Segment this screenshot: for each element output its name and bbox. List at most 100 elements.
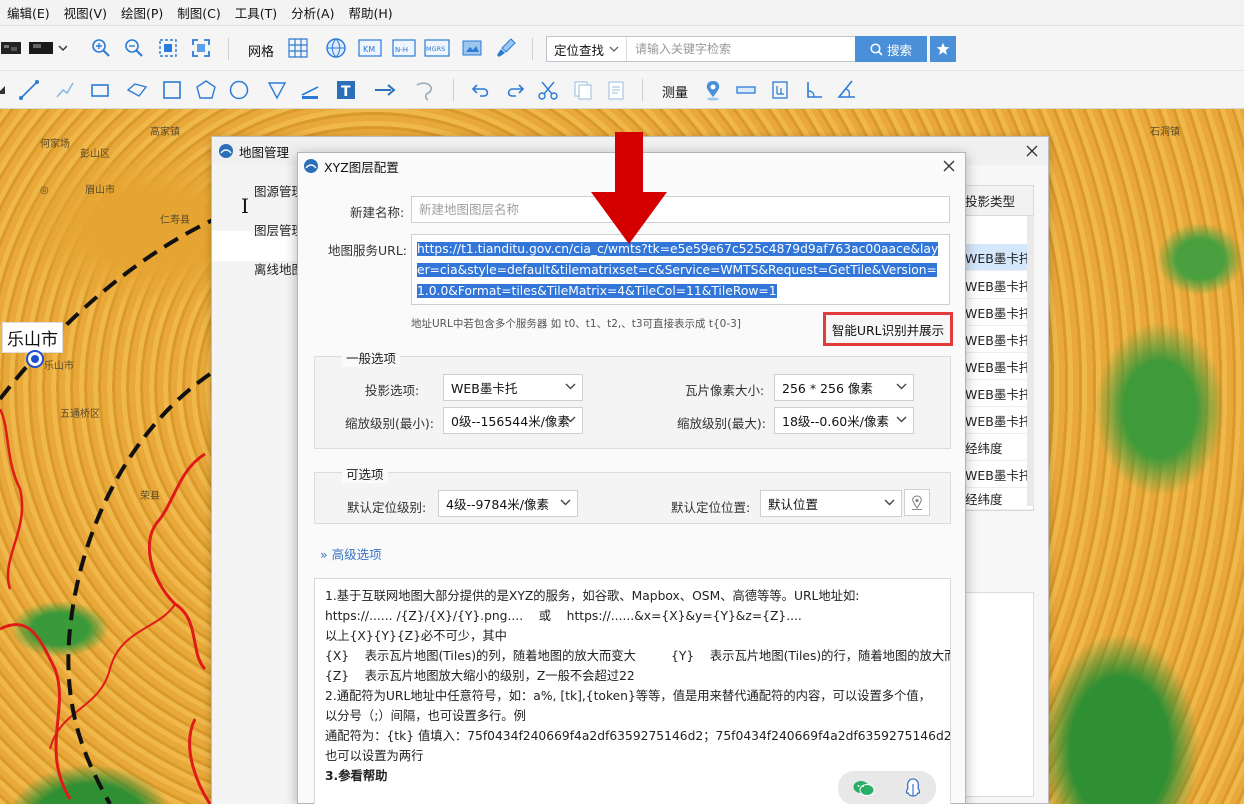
grid-icon[interactable] (285, 26, 311, 70)
draw-toolbar: T 测量 (0, 71, 1244, 109)
table-scrollbar[interactable] (1027, 216, 1034, 506)
advanced-options-link[interactable]: » 高级选项 (320, 544, 382, 563)
measure-bearing-icon[interactable] (834, 71, 860, 108)
map-place-label: 何家场 (40, 139, 70, 150)
table-row[interactable]: WEB墨卡托 (963, 272, 1033, 299)
tile-size-value: 256 * 256 像素 (782, 381, 873, 396)
arrow-tool-icon[interactable] (372, 71, 398, 108)
help-line: {X} 表示瓦片地图(Tiles)的列，随着地图的放大而变大 {Y} 表示瓦片地… (325, 649, 951, 663)
zoom-out-icon[interactable] (121, 26, 147, 70)
km-grid-icon[interactable]: KM (357, 26, 383, 70)
marker-tool-icon[interactable] (264, 71, 290, 108)
grid-label[interactable]: 网格 (248, 41, 274, 60)
zoom-min-label: 缩放级别(最小): (345, 416, 434, 431)
wechat-icon[interactable] (853, 779, 875, 797)
nh-grid-icon[interactable]: N-H (391, 26, 417, 70)
help-line: https://...... /{Z}/{X}/{Y}.png.... 或 ht… (325, 609, 802, 623)
menu-bar: 编辑(E) 视图(V) 绘图(P) 制图(C) 工具(T) 分析(A) 帮助(H… (0, 0, 1244, 26)
table-row[interactable]: WEB墨卡托 (963, 353, 1033, 380)
map-place-label: 彭山区 (80, 149, 110, 160)
parallelogram-tool-icon[interactable] (124, 71, 150, 108)
map-place-label: 五通桥区 (60, 409, 100, 420)
line-tool-icon[interactable] (16, 71, 42, 108)
menu-tools[interactable]: 工具(T) (228, 3, 284, 22)
table-row[interactable]: WEB墨卡托 (963, 326, 1033, 353)
measure-area-icon[interactable] (767, 71, 793, 108)
close-icon[interactable] (939, 156, 959, 176)
table-row[interactable]: WEB墨卡托 (963, 299, 1033, 326)
clear-brush-icon[interactable] (493, 26, 519, 70)
menu-help[interactable]: 帮助(H) (341, 3, 399, 22)
polygon-tool-icon[interactable] (193, 71, 219, 108)
svg-text:MGRS: MGRS (426, 45, 445, 53)
table-row[interactable]: 经纬度 (963, 488, 1033, 510)
location-pin-icon (912, 494, 922, 510)
square-tool-icon[interactable] (159, 71, 185, 108)
layer-name-input[interactable] (411, 196, 950, 223)
favorite-button[interactable] (930, 36, 956, 62)
layer-thumb-icon[interactable] (0, 26, 22, 70)
measure-angle-icon[interactable] (801, 71, 827, 108)
map-manager-title: 地图管理 (239, 144, 290, 160)
service-url-input[interactable]: https://t1.tianditu.gov.cn/cia_c/wmts?tk… (411, 234, 950, 305)
default-level-select[interactable]: 4级--9784米/像素 (438, 490, 578, 517)
default-position-value: 默认位置 (768, 497, 819, 512)
help-line: 2.通配符为URL地址中任意符号，如：a%, [tk],{token}等等，值是… (325, 689, 931, 703)
table-row[interactable]: WEB墨卡托 (963, 244, 1033, 271)
tile-size-select[interactable]: 256 * 256 像素 (774, 374, 914, 401)
zoom-min-select[interactable]: 0级--156544米/像素 (443, 407, 583, 434)
undo-icon[interactable] (468, 71, 494, 108)
measure-label[interactable]: 测量 (662, 82, 688, 101)
chevron-down-icon (565, 383, 576, 390)
help-line: 以分号（;）间隔，也可设置多行。例 (325, 709, 526, 723)
projection-label: 投影选项: (365, 383, 420, 398)
location-pin-icon[interactable] (700, 71, 726, 108)
table-row[interactable]: WEB墨卡托 (963, 407, 1033, 434)
measure-length-icon[interactable] (733, 71, 759, 108)
full-extent-icon[interactable] (188, 26, 214, 70)
default-position-select[interactable]: 默认位置 (760, 490, 902, 517)
table-row[interactable]: WEB墨卡托 (963, 461, 1033, 488)
paste-icon[interactable] (603, 71, 629, 108)
search-button-label: 搜索 (886, 42, 912, 58)
basemap-thumb-icon[interactable] (28, 26, 68, 70)
zoom-max-label: 缩放级别(最大): (677, 416, 766, 431)
smart-url-button[interactable]: 智能URL识别并展示 (823, 312, 953, 346)
menu-edit[interactable]: 编辑(E) (0, 3, 57, 22)
menu-analysis[interactable]: 分析(A) (284, 3, 341, 22)
globe-icon[interactable] (323, 26, 349, 70)
mgrs-grid-icon[interactable]: MGRS (424, 26, 450, 70)
folder-image-icon[interactable] (459, 26, 485, 70)
general-options-group: 一般选项 投影选项: WEB墨卡托 瓦片像素大小: 256 * 256 像素 缩… (314, 348, 951, 449)
search-type-select[interactable]: 定位查找 (547, 37, 627, 61)
rectangle-tool-icon[interactable] (87, 71, 113, 108)
copy-icon[interactable] (570, 71, 596, 108)
text-tool-icon[interactable]: T (333, 71, 359, 108)
text-line-tool-icon[interactable] (297, 71, 323, 108)
dropdown-corner-icon[interactable] (0, 71, 8, 108)
zoom-in-icon[interactable] (88, 26, 114, 70)
circle-tool-icon[interactable] (226, 71, 252, 108)
curve-tool-icon[interactable] (412, 71, 438, 108)
redo-icon[interactable] (502, 71, 528, 108)
double-chevron-icon: » (320, 547, 328, 562)
close-icon[interactable] (1022, 141, 1042, 161)
polyline-tool-icon[interactable] (52, 71, 78, 108)
url-hint: 地址URL中若包含多个服务器 如 t0、t1、t2,、t3可直接表示成 t{0-… (411, 318, 741, 330)
projection-value: WEB墨卡托 (451, 381, 518, 396)
cut-icon[interactable] (535, 71, 561, 108)
projection-select[interactable]: WEB墨卡托 (443, 374, 583, 401)
search-button[interactable]: 搜索 (855, 36, 927, 62)
map-place-label: 仁寿县 (160, 215, 190, 226)
zoom-extent-icon[interactable] (155, 26, 181, 70)
table-row[interactable]: 经纬度 (963, 434, 1033, 461)
menu-cartography[interactable]: 制图(C) (170, 3, 227, 22)
menu-view[interactable]: 视图(V) (57, 3, 114, 22)
qq-icon[interactable] (904, 778, 922, 798)
pick-location-button[interactable] (904, 489, 930, 516)
city-marker-icon[interactable] (26, 350, 44, 368)
menu-draw[interactable]: 绘图(P) (114, 3, 170, 22)
zoom-max-select[interactable]: 18级--0.60米/像素 (774, 407, 914, 434)
table-row[interactable]: WEB墨卡托 (963, 380, 1033, 407)
table-header[interactable]: 投影类型 (963, 186, 1033, 216)
